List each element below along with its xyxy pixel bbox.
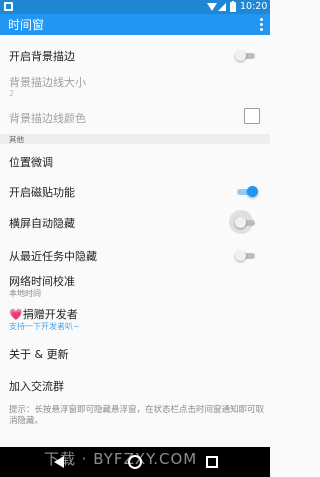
setting-label: 横屏自动隐藏 xyxy=(9,217,75,230)
heart-icon: 💗 xyxy=(9,308,23,321)
setting-label: 从最近任务中隐藏 xyxy=(9,250,97,263)
setting-label: 背景描边线颜色 xyxy=(9,112,86,125)
recents-hide-switch[interactable] xyxy=(235,249,257,263)
notification-icon xyxy=(4,2,13,11)
hint-text: 提示：长按悬浮窗即可隐藏悬浮窗，在状态栏点击时间窗通知即可取消隐藏。 xyxy=(9,405,265,426)
app-bar: 时间窗 xyxy=(0,14,270,35)
setting-value: 2 xyxy=(9,89,15,98)
landscape-hide-switch[interactable] xyxy=(229,210,257,234)
setting-label: 背景描边线大小 xyxy=(9,76,86,89)
setting-label: 加入交流群 xyxy=(9,380,64,393)
watermark: 下载 · BYFZXY.COM xyxy=(44,450,198,468)
setting-label: 关于 & 更新 xyxy=(9,348,69,361)
setting-about[interactable]: 关于 & 更新 xyxy=(0,341,270,367)
status-bar: 10:20 xyxy=(0,0,270,14)
setting-stroke-color: 背景描边线颜色 xyxy=(0,105,270,130)
setting-network-time[interactable]: 网络时间校准 本地时间 xyxy=(0,271,270,301)
recent-apps-icon[interactable] xyxy=(206,456,218,468)
setting-label: 开启背景描边 xyxy=(9,50,75,63)
category-header: 其他 xyxy=(0,134,270,144)
setting-position-tweak[interactable]: 位置微调 xyxy=(0,148,270,174)
stroke-color-checkbox xyxy=(244,108,260,124)
setting-value: 本地时间 xyxy=(9,289,41,298)
settings-list: 开启背景描边 背景描边线大小 2 背景描边线颜色 其他 位置微调 开启磁贴功能 … xyxy=(0,35,270,447)
setting-magnet[interactable]: 开启磁贴功能 xyxy=(0,178,270,204)
setting-donate[interactable]: 💗捐赠开发者 支持一下开发者叭~ xyxy=(0,304,270,334)
donate-subtitle: 支持一下开发者叭~ xyxy=(9,322,80,331)
donate-label: 捐赠开发者 xyxy=(22,308,78,321)
setting-stroke-width: 背景描边线大小 2 xyxy=(0,72,270,102)
wifi-icon xyxy=(207,3,217,11)
setting-bg-stroke[interactable]: 开启背景描边 xyxy=(0,42,270,68)
setting-label: 位置微调 xyxy=(9,156,53,169)
setting-label: 网络时间校准 xyxy=(9,275,75,288)
signal-icon xyxy=(218,3,226,11)
setting-join-group[interactable]: 加入交流群 xyxy=(0,373,270,399)
battery-icon xyxy=(230,1,236,12)
setting-label: 💗捐赠开发者 xyxy=(9,306,78,322)
setting-landscape-hide[interactable]: 横屏自动隐藏 xyxy=(0,209,270,235)
setting-label: 开启磁贴功能 xyxy=(9,186,75,199)
overflow-menu-icon[interactable] xyxy=(260,17,264,32)
setting-recents-hide[interactable]: 从最近任务中隐藏 xyxy=(0,242,270,268)
bg-stroke-switch[interactable] xyxy=(235,49,257,63)
app-title: 时间窗 xyxy=(8,18,45,32)
category-label: 其他 xyxy=(9,135,24,144)
magnet-switch[interactable] xyxy=(235,185,258,199)
status-time: 10:20 xyxy=(240,1,268,12)
